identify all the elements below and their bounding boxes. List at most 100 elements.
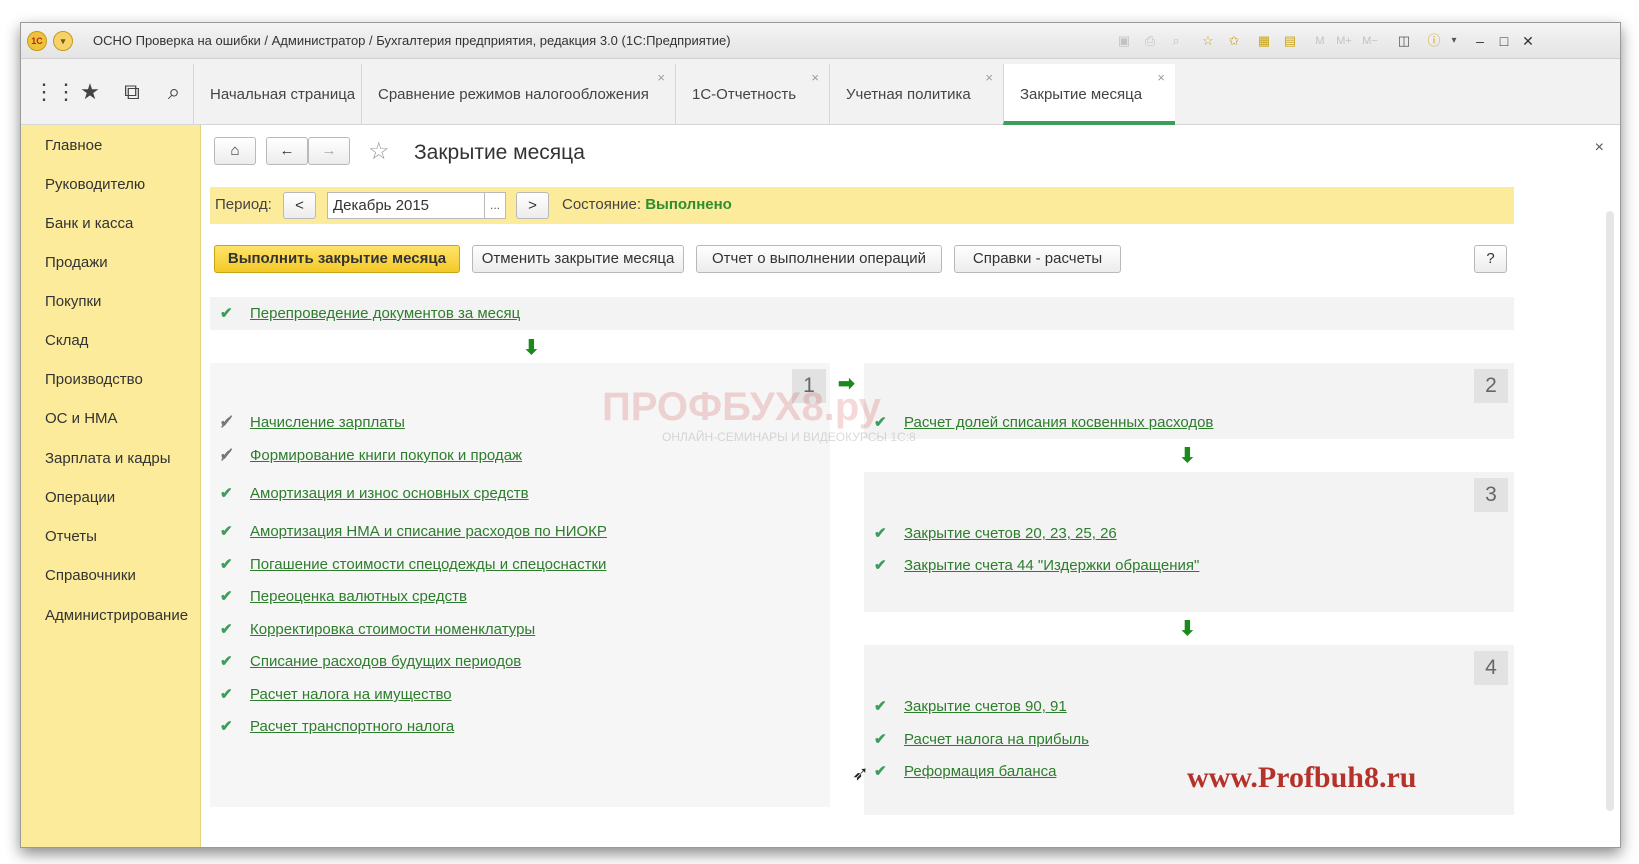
sidebar-item-bank[interactable]: Банк и касса xyxy=(45,215,133,232)
close-icon[interactable]: × xyxy=(657,70,665,85)
arrow-down-icon: ⬇ xyxy=(523,337,540,359)
sidebar-item-production[interactable]: Производство xyxy=(45,371,143,388)
section-number: 2 xyxy=(1474,369,1508,403)
tab-month-closing[interactable]: Закрытие месяца × xyxy=(1003,64,1175,125)
operation-item: ✔ Амортизация НМА и списание расходов по … xyxy=(220,522,607,541)
arrow-right-icon: → xyxy=(321,142,337,159)
tab-tax-comparison[interactable]: Сравнение режимов налогообложения × xyxy=(361,64,675,125)
arrow-down-icon: ⬇ xyxy=(1179,618,1196,640)
sidebar-item-administration[interactable]: Администрирование xyxy=(45,607,188,624)
operation-link[interactable]: Реформация баланса xyxy=(904,763,1056,780)
operation-link[interactable]: Расчет налога на прибыль xyxy=(904,731,1089,748)
minimize-button[interactable]: – xyxy=(1471,32,1489,50)
help-button[interactable]: ? xyxy=(1474,245,1507,273)
operations-report-button[interactable]: Отчет о выполнении операций xyxy=(696,245,942,273)
watermark-subtitle: ОНЛАЙН-СЕМИНАРЫ И ВИДЕОКУРСЫ 1С:8 xyxy=(662,430,916,444)
operation-link[interactable]: Переоценка валютных средств xyxy=(250,588,467,605)
operation-item: ✔ Реформация баланса xyxy=(874,762,1056,781)
operation-item: ✔ Закрытие счета 44 "Издержки обращения" xyxy=(874,556,1199,575)
section-number: 4 xyxy=(1474,651,1508,685)
operation-link[interactable]: Расчет налога на имущество xyxy=(250,686,452,703)
references-button[interactable]: Справки - расчеты xyxy=(954,245,1121,273)
tabs-bar: ⋮⋮ ★ ⧉ ⌕ Начальная страница Сравнение ре… xyxy=(21,59,1620,125)
app-logo-icon[interactable]: 1С xyxy=(27,31,47,51)
star-icon[interactable]: ★ xyxy=(75,77,105,107)
close-icon[interactable]: × xyxy=(985,70,993,85)
save-icon[interactable]: ▣ xyxy=(1115,32,1133,50)
sidebar-item-reports[interactable]: Отчеты xyxy=(45,528,97,545)
back-button[interactable]: ← xyxy=(266,137,308,165)
check-icon: ✔ xyxy=(874,525,887,542)
print-icon[interactable]: ⎙ xyxy=(1141,32,1159,50)
maximize-button[interactable]: □ xyxy=(1495,32,1513,50)
period-input[interactable]: Декабрь 2015 xyxy=(327,192,505,219)
operation-link[interactable]: Начисление зарплаты xyxy=(250,414,405,431)
sidebar-item-warehouse[interactable]: Склад xyxy=(45,332,88,349)
sidebar-item-manager[interactable]: Руководителю xyxy=(45,176,145,193)
check-icon: ✔ xyxy=(874,698,887,715)
sidebar-item-fixed-assets[interactable]: ОС и НМА xyxy=(45,410,118,427)
sidebar-item-purchases[interactable]: Покупки xyxy=(45,293,101,310)
close-window-button[interactable]: ✕ xyxy=(1519,32,1537,50)
execute-closing-button[interactable]: Выполнить закрытие месяца xyxy=(214,245,460,273)
tab-label: Начальная страница xyxy=(210,86,356,103)
apps-grid-icon[interactable]: ⋮⋮ xyxy=(33,77,77,107)
sidebar-item-sales[interactable]: Продажи xyxy=(45,254,108,271)
calculator-icon[interactable]: ▦ xyxy=(1255,32,1273,50)
panels-icon[interactable]: ◫ xyxy=(1395,32,1413,50)
tab-1c-reporting[interactable]: 1С-Отчетность × xyxy=(675,64,829,125)
operation-link[interactable]: Расчет транспортного налога xyxy=(250,718,454,735)
operation-link[interactable]: Амортизация НМА и списание расходов по Н… xyxy=(250,523,607,540)
close-icon[interactable]: × xyxy=(811,70,819,85)
favorite-star-icon[interactable]: ☆ xyxy=(368,137,390,166)
operation-link[interactable]: Перепроведение документов за месяц xyxy=(250,305,520,322)
search-icon[interactable]: ⌕ xyxy=(159,77,189,107)
close-icon[interactable]: × xyxy=(1157,70,1165,85)
next-period-button[interactable]: > xyxy=(516,192,549,219)
memory-plus-button[interactable]: M+ xyxy=(1335,32,1353,50)
operation-link[interactable]: Погашение стоимости спецодежды и спецосн… xyxy=(250,556,606,573)
section-2: 2 ✔ Расчет долей списания косвенных расхо… xyxy=(864,363,1514,439)
favorites-icon[interactable]: ✩ xyxy=(1225,32,1243,50)
operation-link[interactable]: Закрытие счета 44 "Издержки обращения" xyxy=(904,557,1199,574)
period-select-button[interactable]: ... xyxy=(484,192,506,219)
check-icon: ✔ xyxy=(220,718,233,735)
operation-link[interactable]: Расчет долей списания косвенных расходов xyxy=(904,414,1213,431)
preview-icon[interactable]: ⌕ xyxy=(1167,32,1185,50)
sidebar-item-operations[interactable]: Операции xyxy=(45,489,115,506)
memory-button[interactable]: M xyxy=(1311,32,1329,50)
status-value: Выполнено xyxy=(645,196,732,213)
operation-link[interactable]: Амортизация и износ основных средств xyxy=(250,485,529,502)
memory-minus-button[interactable]: M− xyxy=(1361,32,1379,50)
tab-accounting-policy[interactable]: Учетная политика × xyxy=(829,64,1003,125)
operation-link[interactable]: Закрытие счетов 90, 91 xyxy=(904,698,1067,715)
check-icon: ✔ xyxy=(220,485,233,502)
close-form-button[interactable]: × xyxy=(1595,139,1604,157)
arrow-left-icon: ← xyxy=(279,142,295,159)
check-icon: ✔ xyxy=(874,763,887,780)
operation-link[interactable]: Закрытие счетов 20, 23, 25, 26 xyxy=(904,525,1117,542)
home-button[interactable]: ⌂ xyxy=(214,137,256,165)
info-icon[interactable]: ⓘ xyxy=(1425,32,1443,50)
check-icon: ✔ xyxy=(220,653,233,670)
history-icon[interactable]: ⧉ xyxy=(117,77,147,107)
cancel-closing-button[interactable]: Отменить закрытие месяца xyxy=(472,245,684,273)
sidebar-item-main[interactable]: Главное xyxy=(45,137,102,154)
scrollbar[interactable] xyxy=(1606,211,1614,811)
operation-link[interactable]: Корректировка стоимости номенклатуры xyxy=(250,621,535,638)
calendar-icon[interactable]: ▤ xyxy=(1281,32,1299,50)
chevron-down-icon[interactable]: ▾ xyxy=(1445,32,1463,50)
forward-button[interactable]: → xyxy=(308,137,350,165)
period-bar: Период: < Декабрь 2015 ... > Состояние: … xyxy=(210,187,1514,224)
operation-link[interactable]: Формирование книги покупок и продаж xyxy=(250,447,522,464)
main-menu-icon[interactable]: ▾ xyxy=(53,31,73,51)
sidebar-item-directories[interactable]: Справочники xyxy=(45,567,136,584)
operation-item: ✔ Закрытие счетов 20, 23, 25, 26 xyxy=(874,524,1117,543)
operation-item: ✔ Перепроведение документов за месяц xyxy=(220,304,520,323)
tab-home[interactable]: Начальная страница xyxy=(193,64,361,125)
favorites-add-icon[interactable]: ☆ xyxy=(1199,32,1217,50)
prev-period-button[interactable]: < xyxy=(283,192,316,219)
reposting-section: ✔ Перепроведение документов за месяц xyxy=(210,297,1514,330)
sidebar-item-payroll[interactable]: Зарплата и кадры xyxy=(45,450,171,467)
operation-link[interactable]: Списание расходов будущих периодов xyxy=(250,653,521,670)
